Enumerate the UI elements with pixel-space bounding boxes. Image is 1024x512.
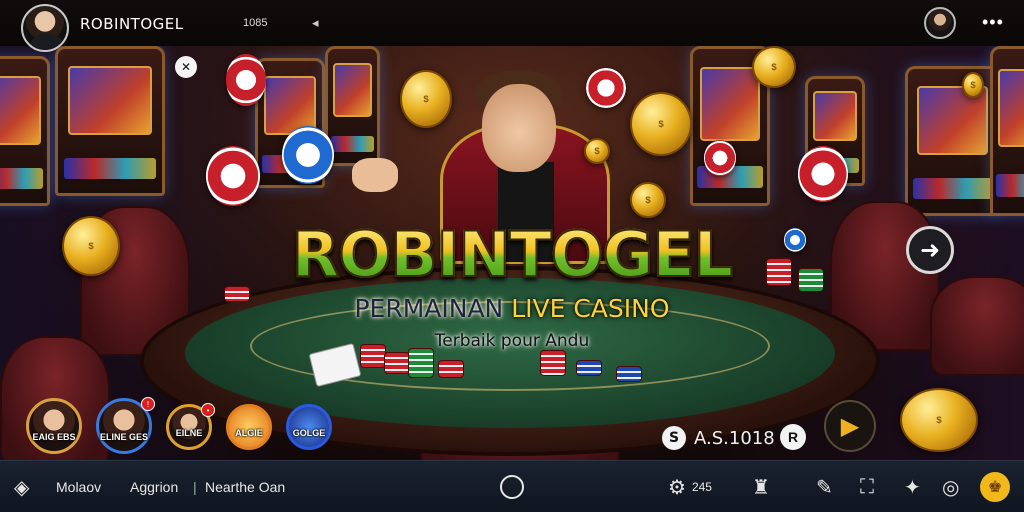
slot-machine (990, 46, 1024, 216)
next-arrow-button[interactable]: ➜ (906, 226, 954, 274)
player-avatar[interactable]: GOLGE (286, 404, 332, 450)
chip-stack (384, 352, 410, 374)
player-avatar[interactable]: ! ELINE GES (96, 397, 155, 454)
poker-chip (226, 54, 266, 106)
play-button[interactable]: ▶ (824, 400, 876, 452)
profile-icon: ♚ (980, 472, 1010, 502)
profile-avatar[interactable] (924, 7, 956, 39)
slot-machine (55, 46, 165, 196)
balance-display: S A.S.1018 (662, 426, 775, 450)
back-icon[interactable]: ◂ (312, 15, 319, 31)
gold-coin (962, 72, 984, 98)
home-circle-icon (500, 475, 524, 499)
close-badge-icon[interactable]: ✕ (175, 56, 197, 78)
nav-separator: | (193, 479, 197, 495)
player-avatars: EAIG EBS ! ELINE GES • EILNE ALGIE GOLGE (26, 397, 332, 454)
refresh-balance-icon[interactable]: R (780, 424, 806, 450)
balance-value: A.S.1018 (694, 427, 775, 449)
gold-coin (400, 70, 452, 128)
chip-stack (438, 360, 464, 378)
poker-chip (704, 140, 736, 176)
casino-hero-banner: ROBINTOGEL PERMAINAN LIVE CASINO Terbaik… (0, 46, 1024, 460)
leaf-glyph: ✦ (904, 476, 921, 499)
player-avatar[interactable]: ALGIE (226, 404, 272, 450)
chip-stack (408, 348, 434, 378)
player-avatar[interactable]: EAIG EBS (26, 398, 82, 454)
player-name: ALGIE (235, 428, 263, 438)
header-stat: 1085 (243, 17, 268, 29)
compass-icon[interactable]: ◎ (942, 461, 959, 512)
tagline-highlight: LIVE CASINO (511, 294, 670, 323)
poker-chip (586, 68, 626, 108)
diamond-icon: ◈ (14, 476, 30, 499)
tagline-prefix: PERMAINAN (354, 294, 512, 323)
hero-tagline: PERMAINAN LIVE CASINO (0, 294, 1024, 323)
player-name: EAIG EBS (32, 432, 76, 442)
home-button[interactable] (500, 461, 524, 512)
settings-button[interactable]: ⚙ 245 (668, 461, 712, 512)
chip-stack (616, 366, 642, 382)
expand-icon[interactable]: ⛶ (860, 461, 874, 512)
slot-machine (0, 56, 50, 206)
gold-coin (752, 46, 796, 88)
bottom-nav-bar: ◈ Molaov Aggrion | Nearthe Oan ⚙ 245 ♜ ✎… (0, 460, 1024, 512)
gold-coin (584, 138, 610, 164)
player-avatar[interactable]: • EILNE (166, 403, 215, 450)
gold-coin (630, 92, 692, 156)
casino-chair (930, 276, 1024, 376)
app-title: ROBINTOGEL (80, 15, 184, 33)
edit-glyph: ✎ (816, 476, 833, 499)
player-name: GOLGE (292, 428, 326, 438)
poker-chip (206, 146, 260, 206)
leaf-icon[interactable]: ✦ (904, 461, 921, 512)
gold-coin (630, 182, 666, 218)
currency-icon: S (662, 426, 686, 450)
edit-icon[interactable]: ✎ (816, 461, 833, 512)
trophy-glyph: ♜ (752, 476, 770, 499)
user-avatar[interactable] (21, 4, 69, 52)
slot-machine (905, 66, 1000, 216)
nav-item-nearthe-oan[interactable]: Nearthe Oan (205, 461, 285, 512)
nav-home-icon[interactable]: ◈ (14, 461, 29, 512)
poker-chip (282, 126, 334, 184)
brand-logo-text: ROBINTOGEL (0, 217, 1024, 292)
chip-stack (576, 360, 602, 376)
hero-subtagline: Terbaik pour Andu (434, 331, 590, 351)
player-name: ELINE GES (99, 432, 148, 442)
poker-chip (798, 146, 848, 202)
player-name: EILNE (175, 428, 203, 438)
notification-badge: • (201, 403, 215, 417)
nav-item-aggrion[interactable]: Aggrion (130, 461, 178, 512)
compass-glyph: ◎ (942, 476, 960, 499)
gear-icon: ⚙ (668, 476, 686, 499)
notification-badge: ! (141, 397, 155, 411)
gold-coin (900, 388, 978, 452)
settings-value: 245 (691, 480, 712, 494)
nav-item-molaov[interactable]: Molaov (56, 461, 101, 512)
trophy-icon[interactable]: ♜ (752, 461, 770, 512)
more-menu-icon[interactable]: ••• (982, 12, 1004, 33)
profile-button[interactable]: ♚ (980, 461, 1010, 512)
chip-stack (540, 350, 566, 376)
expand-glyph: ⛶ (860, 475, 874, 498)
top-bar: ROBINTOGEL 1085 ◂ ••• (0, 0, 1024, 52)
